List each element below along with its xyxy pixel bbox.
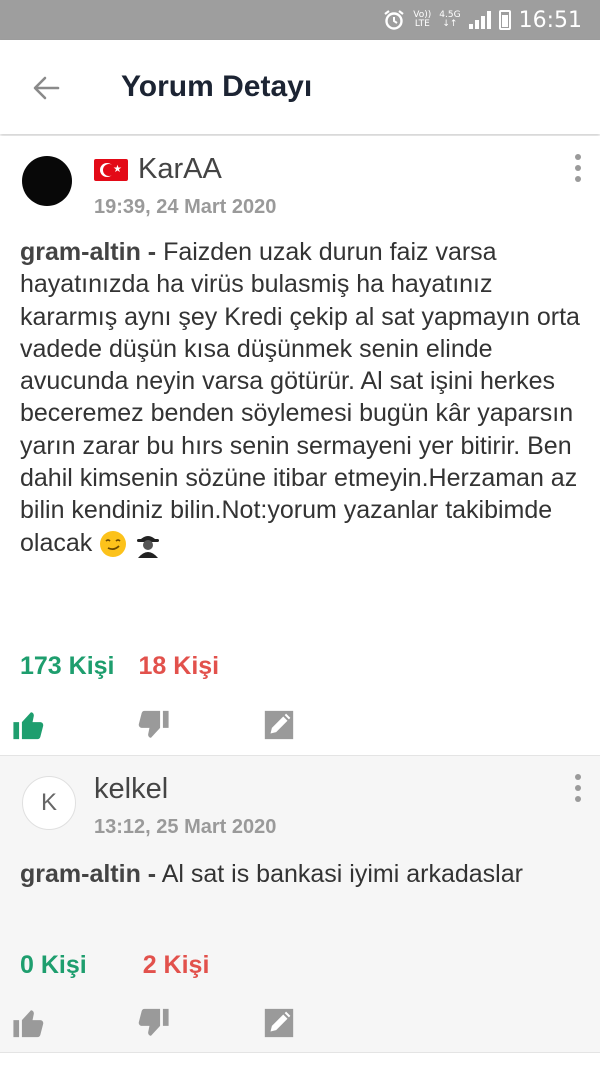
comment-card: ★ KarAA 19:39, 24 Mart 2020 gram-altin -… bbox=[0, 136, 600, 754]
symbol-tag[interactable]: gram-altin - bbox=[20, 238, 156, 266]
more-options-icon[interactable] bbox=[574, 774, 582, 804]
avatar[interactable]: K bbox=[22, 776, 76, 830]
comment-actions bbox=[0, 708, 600, 748]
thumbs-down-icon[interactable] bbox=[136, 1006, 170, 1040]
username[interactable]: KarAA bbox=[138, 153, 222, 186]
comment-date: 13:12, 25 Mart 2020 bbox=[94, 816, 277, 838]
username[interactable]: kelkel bbox=[94, 773, 168, 806]
turkey-flag-icon: ★ bbox=[94, 158, 128, 181]
dislike-count: 2 Kişi bbox=[142, 951, 210, 979]
dislike-count: 18 Kişi bbox=[138, 652, 220, 680]
vote-counts: 0 Kişi 2 Kişi bbox=[20, 951, 209, 980]
edit-icon[interactable] bbox=[262, 708, 296, 742]
thumbs-up-icon[interactable] bbox=[12, 708, 46, 742]
vote-counts: 173 Kişi 18 Kişi bbox=[20, 652, 219, 681]
status-time: 16:51 bbox=[518, 7, 582, 33]
comment-author[interactable]: kelkel bbox=[94, 773, 168, 806]
thumbs-down-icon[interactable] bbox=[136, 708, 170, 742]
detective-emoji-icon bbox=[137, 536, 160, 559]
app-bar: Yorum Detayı bbox=[0, 40, 600, 134]
comment-author[interactable]: ★ KarAA bbox=[94, 153, 222, 186]
comment-actions bbox=[0, 1006, 600, 1046]
comment-body: gram-altin - Faizden uzak durun faiz var… bbox=[20, 236, 580, 559]
like-count: 173 Kişi bbox=[20, 652, 115, 680]
arrow-left-icon[interactable] bbox=[30, 72, 62, 104]
comment-body: gram-altin - Al sat is bankasi iyimi ark… bbox=[20, 858, 580, 890]
avatar[interactable] bbox=[22, 156, 72, 206]
signal-icon bbox=[468, 11, 491, 29]
smirk-emoji-icon bbox=[100, 531, 127, 558]
network-type-indicator: 4.5G ↓↑ bbox=[439, 10, 461, 29]
comment-card: K kelkel 13:12, 25 Mart 2020 gram-altin … bbox=[0, 755, 600, 1053]
page-title: Yorum Detayı bbox=[121, 70, 313, 103]
status-bar: Vo)) LTE 4.5G ↓↑ 16:51 bbox=[0, 0, 600, 40]
edit-icon[interactable] bbox=[262, 1006, 296, 1040]
comment-text: Al sat is bankasi iyimi arkadaslar bbox=[161, 860, 523, 888]
alarm-icon bbox=[384, 10, 404, 30]
symbol-tag[interactable]: gram-altin - bbox=[20, 860, 156, 888]
battery-icon bbox=[498, 10, 511, 30]
comment-text: Faizden uzak durun faiz varsa hayatınızd… bbox=[20, 238, 580, 557]
more-options-icon[interactable] bbox=[574, 154, 582, 184]
thumbs-up-icon[interactable] bbox=[12, 1006, 46, 1040]
comment-date: 19:39, 24 Mart 2020 bbox=[94, 196, 277, 218]
like-count: 0 Kişi bbox=[20, 951, 87, 979]
volte-indicator: Vo)) LTE bbox=[413, 10, 432, 29]
